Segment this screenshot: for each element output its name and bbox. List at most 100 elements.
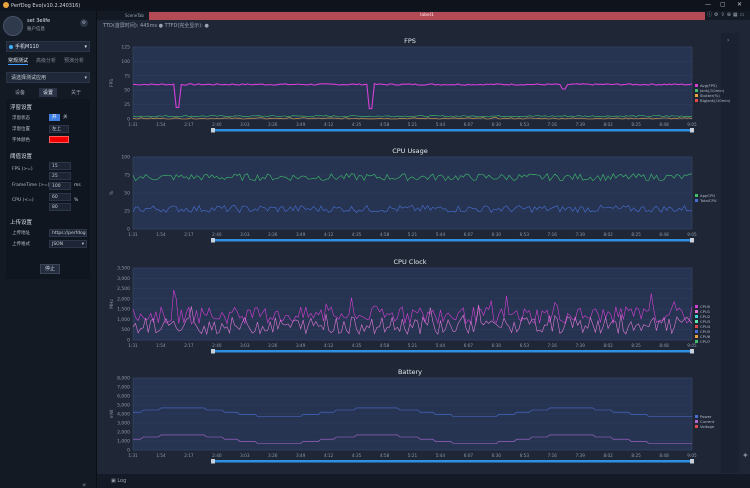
y-tick-label: 2,500 [117, 286, 130, 292]
app-selector[interactable]: 请选择测试应用 ▾ [6, 72, 90, 83]
avatar[interactable] [3, 16, 23, 36]
sidebar: set 3elife 账户信息 ⚙ 手机M110 ▾ 常规测试 高级分析 预演分… [0, 11, 97, 488]
x-tick-label: 2:17 [184, 232, 194, 237]
x-tick-label: 2:40 [212, 232, 222, 237]
window-title: PerfDog Evo(v10.2.240316) [11, 2, 81, 9]
y-tick-label: 3,500 [117, 266, 130, 272]
tab-preview-analysis[interactable]: 预演分析 [64, 57, 84, 65]
legend-swatch [695, 99, 698, 102]
y-tick-label: 2,000 [117, 296, 130, 302]
x-tick-label: 6:07 [464, 232, 474, 237]
expand-icon[interactable]: ▭ [740, 12, 747, 18]
legend-swatch [695, 315, 698, 318]
upload-format-select[interactable]: JSON ▾ [49, 240, 87, 248]
x-tick-label: 6:07 [464, 122, 474, 127]
slider-handle-right[interactable] [690, 128, 694, 133]
x-tick-label: 2:40 [212, 453, 222, 458]
frametime-threshold-input[interactable]: 100 [49, 182, 71, 190]
slider-handle-right[interactable] [690, 238, 694, 243]
x-tick-label: 7:16 [548, 232, 558, 237]
frametime-threshold-label: FrameTime (>=) [12, 183, 50, 188]
upload-section-title: 上传设置 [10, 220, 33, 226]
legend-entry[interactable]: CPU7 [700, 339, 711, 344]
minimize-button[interactable]: — [705, 1, 711, 8]
legend-entry[interactable]: BigJank(/10min) [700, 98, 731, 103]
tab-device[interactable]: 设备 [11, 88, 29, 97]
y-tick-label: 125 [121, 45, 130, 51]
slider-handle-left[interactable] [211, 349, 215, 354]
chart-title: Battery [397, 368, 423, 376]
x-tick-label: 8:25 [631, 453, 641, 458]
x-tick-label: 5:44 [436, 343, 446, 348]
x-tick-label: 3:03 [240, 343, 250, 348]
slider-handle-left[interactable] [211, 128, 215, 133]
float-off-toggle[interactable]: 关 [60, 114, 71, 121]
tab-advanced-analysis[interactable]: 高级分析 [36, 57, 56, 65]
time-range-slider[interactable] [213, 460, 692, 463]
stop-button[interactable]: 停止 [40, 264, 60, 274]
x-tick-label: 7:39 [575, 453, 585, 458]
y-tick-label: 6,000 [117, 394, 130, 400]
y-tick-label: 4,000 [117, 412, 130, 418]
float-position-select[interactable]: 左上 [49, 125, 69, 133]
tab-settings[interactable]: 设置 [38, 88, 57, 97]
x-tick-label: 2:40 [212, 343, 222, 348]
time-range-slider[interactable] [213, 129, 692, 132]
account-info-link[interactable]: 账户信息 [27, 26, 45, 32]
legend-swatch [695, 420, 698, 423]
time-range-slider[interactable] [213, 350, 692, 353]
legend-entry[interactable]: Voltage [700, 424, 715, 429]
chart-svg: 01,0002,0003,0004,0005,0006,0007,0008,00… [109, 376, 715, 464]
float-section-title: 浮窗设置 [10, 105, 33, 111]
x-tick-label: 8:48 [659, 453, 669, 458]
x-tick-label: 1:31 [128, 453, 138, 458]
grid-icon[interactable]: ▦ [733, 12, 740, 18]
fps-threshold-input-2[interactable]: 25 [49, 172, 71, 180]
log-label[interactable]: Log [117, 478, 126, 484]
legend-entry[interactable]: TotalCPU [699, 198, 717, 203]
cpu-threshold-input-2[interactable]: 80 [49, 203, 71, 211]
slider-handle-right[interactable] [690, 459, 694, 464]
chart-title: CPU Clock [393, 258, 427, 266]
x-tick-label: 1:54 [156, 122, 166, 127]
x-tick-label: 6:53 [520, 343, 530, 348]
cpu-threshold-input-1[interactable]: 60 [49, 193, 71, 201]
watermark-logo: ✦ [742, 451, 749, 460]
x-tick-label: 3:49 [296, 453, 306, 458]
close-button[interactable]: ✕ [737, 1, 742, 8]
x-tick-label: 4:58 [380, 232, 390, 237]
scene-tab[interactable]: SceneTab [125, 11, 144, 20]
slider-handle-left[interactable] [211, 459, 215, 464]
settings-subtabs: 设备 设置 关于 [6, 88, 90, 97]
slider-handle-right[interactable] [690, 349, 694, 354]
y-tick-label: 3,000 [117, 276, 130, 282]
chevron-right-icon[interactable]: › [727, 37, 729, 44]
y-tick-label: 5,000 [117, 403, 130, 409]
time-range-slider[interactable] [213, 239, 692, 242]
font-color-swatch[interactable] [49, 136, 69, 143]
x-tick-label: 9:05 [687, 343, 697, 348]
device-selector[interactable]: 手机M110 ▾ [6, 41, 90, 52]
x-tick-label: 8:48 [659, 343, 669, 348]
info-icon[interactable]: ⓘ [707, 12, 714, 18]
x-tick-label: 8:02 [603, 343, 613, 348]
float-on-toggle[interactable]: 开 [49, 114, 60, 121]
x-tick-label: 5:21 [408, 453, 418, 458]
x-tick-label: 6:30 [492, 343, 502, 348]
chart-title: CPU Usage [392, 147, 428, 155]
x-tick-label: 9:05 [687, 122, 697, 127]
x-tick-label: 2:17 [184, 122, 194, 127]
toolbar-icons: ⓘ⚙⇪⊕▦▭ [707, 11, 746, 20]
fps-threshold-input-1[interactable]: 15 [49, 162, 71, 170]
label-tab[interactable]: label1 [149, 12, 705, 20]
tab-about[interactable]: 关于 [67, 88, 85, 97]
x-tick-label: 3:26 [268, 453, 278, 458]
upload-address-input[interactable]: https://perfdog.q [49, 229, 87, 237]
settings-icon[interactable]: ⚙ [80, 19, 88, 27]
collapse-sidebar-icon[interactable]: « [82, 481, 86, 488]
maximize-button[interactable]: ▢ [720, 1, 726, 8]
app-logo-icon [3, 2, 9, 8]
x-tick-label: 8:02 [603, 453, 613, 458]
slider-handle-left[interactable] [211, 238, 215, 243]
tab-normal-test[interactable]: 常规测试 [8, 57, 29, 65]
